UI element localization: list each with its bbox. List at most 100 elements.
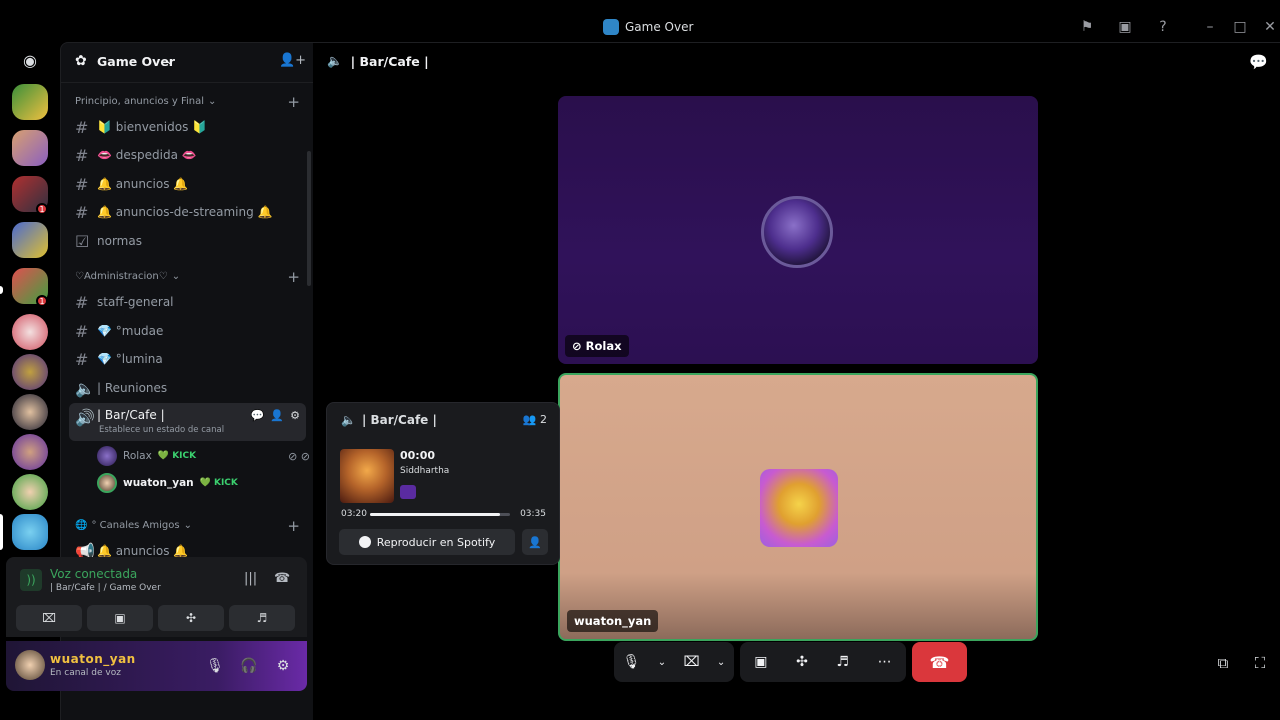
avatar xyxy=(760,469,838,547)
channel-actions: 💬 👤 ⚙ xyxy=(251,409,300,422)
fullscreen-icon[interactable]: ⛶ xyxy=(1249,652,1271,674)
server-icon[interactable] xyxy=(12,434,48,470)
chevron-down-icon[interactable]: ⌄ xyxy=(717,657,725,668)
camera-off-icon[interactable]: ⌧ xyxy=(683,654,699,670)
disconnect-icon[interactable]: ☎ xyxy=(274,571,290,586)
channel-label: 🔔 anuncios 🔔 xyxy=(97,177,189,191)
channel-header-title: | Bar/Cafe | xyxy=(350,53,429,69)
activities-button[interactable]: ✣ xyxy=(158,605,224,631)
help-icon[interactable]: ? xyxy=(1152,16,1174,38)
voice-status-sub[interactable]: | Bar/Cafe | / Game Over xyxy=(50,583,161,593)
add-channel-icon[interactable]: + xyxy=(287,517,300,535)
avatar xyxy=(97,473,117,493)
rules-icon: ☑ xyxy=(75,231,90,251)
signal-icon[interactable]: )) xyxy=(20,569,42,591)
gear-icon[interactable]: ⚙ xyxy=(290,409,300,422)
mic-icon[interactable]: 🎙 xyxy=(623,654,641,670)
server-icon[interactable] xyxy=(12,394,48,430)
server-icon[interactable] xyxy=(12,474,48,510)
window-title-text: Game Over xyxy=(625,20,694,34)
add-channel-icon[interactable]: + xyxy=(287,93,300,111)
soundboard-icon[interactable]: ♬ xyxy=(836,654,849,670)
channel-label: 🔔 anuncios 🔔 xyxy=(97,544,189,558)
server-header[interactable]: ✿ Game Over ⌄ 👤+ xyxy=(61,43,314,83)
voice-user-rolax[interactable]: Rolax 💚 KICK ⊘ ⊘ xyxy=(97,446,310,466)
flag-icon[interactable]: ⚑ xyxy=(1076,16,1098,38)
screen-share-icon[interactable]: ▣ xyxy=(754,654,767,670)
server-icon[interactable] xyxy=(12,314,48,350)
album-art[interactable] xyxy=(340,449,394,503)
maximize-icon[interactable]: □ xyxy=(1229,16,1251,38)
channel-bienvenidos[interactable]: # 🔰 bienvenidos 🔰 xyxy=(69,114,306,140)
play-on-spotify-button[interactable]: Reproducir en Spotify xyxy=(339,529,515,555)
more-icon[interactable]: ⋯ xyxy=(878,654,892,670)
kick-label: KICK xyxy=(213,478,238,488)
invite-icon[interactable]: 👤 xyxy=(270,409,284,422)
server-folder-4[interactable] xyxy=(12,222,48,258)
channel-mudae[interactable]: # 💎 °mudae xyxy=(69,318,306,344)
add-member-icon[interactable]: 👤+ xyxy=(279,53,306,68)
chevron-down-icon[interactable]: ⌄ xyxy=(658,657,666,668)
headphones-icon[interactable]: 🎧 xyxy=(239,656,259,676)
server-icon[interactable] xyxy=(12,354,48,390)
server-folder-2[interactable] xyxy=(12,130,48,166)
channel-bar-cafe[interactable]: 🔊 | Bar/Cafe | Establece un estado de ca… xyxy=(69,403,306,441)
mic-icon[interactable]: 🎙 xyxy=(205,656,225,676)
pop-out-icon[interactable]: ⧉ xyxy=(1212,652,1234,674)
elapsed-time: 03:20 xyxy=(341,509,367,519)
avatar xyxy=(97,446,117,466)
channel-label: | Reuniones xyxy=(97,381,168,395)
hash-icon: # xyxy=(75,145,89,165)
channel-label: 👄 despedida 👄 xyxy=(97,148,197,162)
voice-status-title[interactable]: Voz conectada xyxy=(50,567,137,581)
screen-share-button[interactable]: ▣ xyxy=(87,605,153,631)
minimize-icon[interactable]: – xyxy=(1199,16,1221,38)
discord-home-icon[interactable]: ◉ xyxy=(12,42,48,78)
noise-suppression-icon[interactable]: ||| xyxy=(244,571,257,586)
avatar[interactable] xyxy=(15,650,45,680)
chat-icon[interactable]: 💬 xyxy=(251,409,265,422)
channel-reuniones[interactable]: 🔈 | Reuniones xyxy=(69,375,306,401)
track-duration: 03:35 xyxy=(520,509,546,519)
channel-lumina[interactable]: # 💎 °lumina xyxy=(69,346,306,372)
sidebar-scrollbar[interactable] xyxy=(307,151,311,286)
category-canales-amigos[interactable]: 🌐 ° Canales Amigos ⌄ + xyxy=(75,517,300,535)
spotify-icon xyxy=(358,536,371,548)
heart-icon: 💚 xyxy=(157,451,170,461)
chat-icon[interactable]: 💬 xyxy=(1249,53,1268,71)
screen-icon[interactable]: ▣ xyxy=(1114,16,1136,38)
server-folder-1[interactable] xyxy=(12,84,48,120)
channel-normas[interactable]: ☑ normas xyxy=(69,228,306,254)
channel-anuncios[interactable]: # 🔔 anuncios 🔔 xyxy=(69,171,306,197)
camera-off-button[interactable]: ⌧ xyxy=(16,605,82,631)
soundboard-button[interactable]: ♬ xyxy=(229,605,295,631)
video-tile-wuaton[interactable]: wuaton_yan xyxy=(558,373,1038,641)
channel-status[interactable]: Establece un estado de canal xyxy=(99,425,224,435)
user-panel: wuaton_yan En canal de voz 🎙 🎧 ⚙ xyxy=(6,641,307,691)
voice-user-name: wuaton_yan xyxy=(123,477,194,489)
gear-icon[interactable]: ⚙ xyxy=(273,656,293,676)
notification-badge: 1 xyxy=(36,295,48,307)
voice-user-wuaton[interactable]: wuaton_yan 💚 KICK xyxy=(97,473,238,493)
track-artist[interactable]: Siddhartha xyxy=(400,466,449,476)
server-name: Game Over xyxy=(97,54,175,69)
hash-icon: # xyxy=(75,349,89,369)
invite-button[interactable]: 👤 xyxy=(522,529,548,555)
disconnect-button[interactable]: ☎ xyxy=(912,642,967,682)
add-channel-icon[interactable]: + xyxy=(287,268,300,286)
mic-muted-icon: ⊘ ⊘ xyxy=(288,449,311,463)
category-principio[interactable]: Principio, anuncios y Final ⌄ + xyxy=(75,93,300,111)
kick-tag: 💚 KICK xyxy=(200,478,238,488)
channel-anuncios-de-streaming[interactable]: # 🔔 anuncios-de-streaming 🔔 xyxy=(69,199,306,225)
close-icon[interactable]: ✕ xyxy=(1259,16,1280,38)
selected-pill xyxy=(0,514,3,550)
hash-icon: # xyxy=(75,117,89,137)
category-administracion[interactable]: ♡Administracion♡ ⌄ + xyxy=(75,268,300,286)
channel-label: 💎 °lumina xyxy=(97,352,163,366)
channel-despedida[interactable]: # 👄 despedida 👄 xyxy=(69,142,306,168)
channel-staff-general[interactable]: # staff-general xyxy=(69,289,306,315)
server-icon-game-over[interactable] xyxy=(12,514,48,550)
user-name[interactable]: wuaton_yan xyxy=(50,652,136,666)
activities-icon[interactable]: ✣ xyxy=(796,654,808,670)
video-tile-rolax[interactable]: ⊘ Rolax xyxy=(558,96,1038,364)
